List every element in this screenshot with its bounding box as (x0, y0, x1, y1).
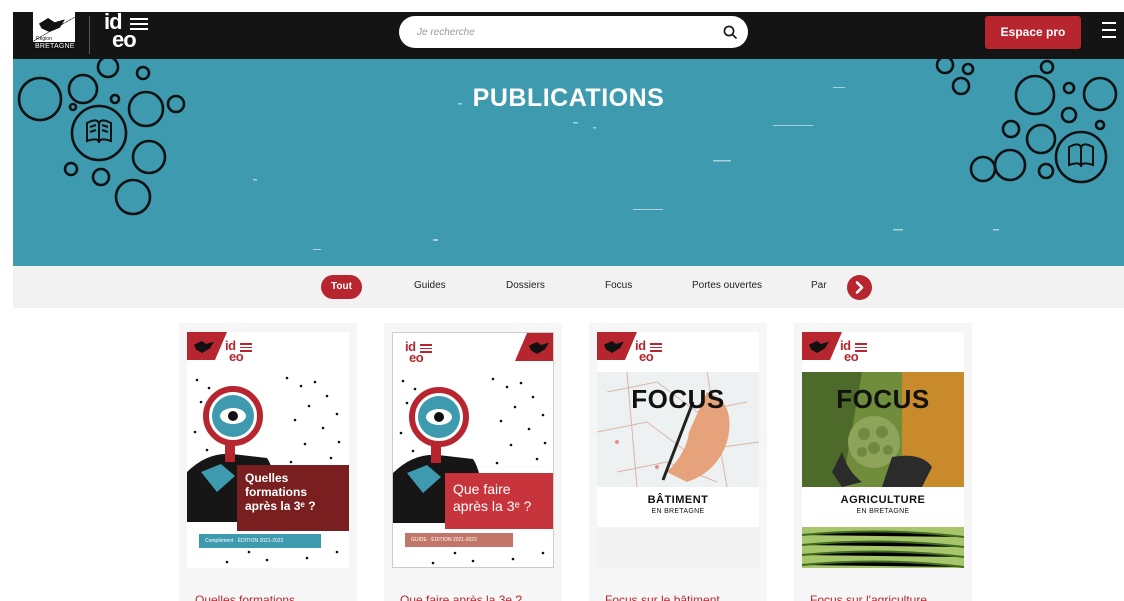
publication-card[interactable]: id eo Que faire après la 3ᵉ ? GUIDE · ÉD… (384, 323, 562, 601)
cover-focus-word: FOCUS (631, 384, 725, 414)
field-rows-illustration (802, 527, 964, 568)
filter-portes-ouvertes[interactable]: Portes ouvertes (692, 280, 762, 291)
page-title: PUBLICATIONS (472, 84, 665, 112)
chevron-right-icon (855, 281, 864, 294)
filter-dossiers[interactable]: Dossiers (506, 280, 545, 291)
hamburger-menu-icon[interactable] (1102, 22, 1116, 42)
filter-guides[interactable]: Guides (414, 280, 446, 291)
cover-heading: Que faire après la 3ᵉ ? (445, 473, 553, 529)
publication-title[interactable]: Quelles formations (195, 593, 295, 601)
search-bar (399, 16, 748, 48)
cover-strip: GUIDE · ÉDITION 2021-2022 (405, 533, 513, 547)
region-bretagne-logo[interactable]: Région BRETAGNE (33, 12, 75, 52)
region-name: BRETAGNE (35, 43, 75, 50)
cover-subtitle: BÂTIMENT EN BRETAGNE (647, 494, 709, 515)
region-logo-icon (802, 332, 842, 360)
publication-title[interactable]: Que faire après la 3e ? (400, 593, 522, 601)
publication-cover[interactable]: id eo Que faire après la 3ᵉ ? GUIDE · ÉD… (392, 332, 554, 568)
ideo-logo-icon: id eo (635, 339, 663, 366)
ideo-logo[interactable]: id eo (104, 11, 148, 54)
publication-card[interactable]: id eo FOCUS AGRICULTURE EN BRETAGNE Focu… (794, 323, 972, 601)
publication-card[interactable]: id eo FOCUS BÂTIMENT EN BRETAGNE Focus s… (589, 323, 767, 601)
filter-focus[interactable]: Focus (605, 280, 632, 291)
cover-focus-word: FOCUS (836, 384, 930, 414)
search-icon[interactable] (723, 25, 737, 39)
filter-bar: Tout Guides Dossiers Focus Portes ouvert… (13, 266, 1124, 308)
publication-cover[interactable]: id eo Quelles formations après la 3ᵉ ? C… (187, 332, 349, 568)
ideo-logo-icon: id eo (840, 339, 868, 366)
publication-cover[interactable]: id eo FOCUS BÂTIMENT EN BRETAGNE (597, 332, 759, 568)
hero-banner: PUBLICATIONS (13, 59, 1124, 266)
filter-next-button[interactable] (847, 275, 872, 300)
site-header: Région BRETAGNE id eo Espace pro (13, 11, 1124, 59)
cover-heading: Quelles formations après la 3ᵉ ? (237, 465, 349, 531)
region-logo-icon (515, 333, 553, 361)
cover-strip: Complément · ÉDITION 2021-2022 (199, 534, 321, 548)
publication-cover[interactable]: id eo FOCUS AGRICULTURE EN BRETAGNE (802, 332, 964, 568)
ideo-logo-icon: id eo (405, 340, 433, 367)
publication-title[interactable]: Focus sur le bâtiment (605, 593, 720, 601)
page: Région BRETAGNE id eo Espace pro (0, 0, 1124, 601)
cover-subtitle: AGRICULTURE EN BRETAGNE (840, 494, 926, 515)
filter-tout[interactable]: Tout (321, 275, 362, 299)
logo-separator (89, 16, 90, 54)
search-input[interactable] (417, 24, 707, 40)
publication-title[interactable]: Focus sur l'agriculture (810, 593, 927, 601)
region-logo-icon (187, 332, 227, 360)
ideo-lines-icon (130, 18, 148, 33)
espace-pro-button[interactable]: Espace pro (985, 16, 1081, 49)
filter-par[interactable]: Par (811, 280, 827, 291)
ideo-logo-bottom: eo (112, 27, 137, 52)
publication-card[interactable]: id eo Quelles formations après la 3ᵉ ? C… (179, 323, 357, 601)
ideo-logo-icon: id eo (225, 339, 253, 366)
region-logo-icon (597, 332, 637, 360)
open-book-icon (86, 119, 1094, 168)
